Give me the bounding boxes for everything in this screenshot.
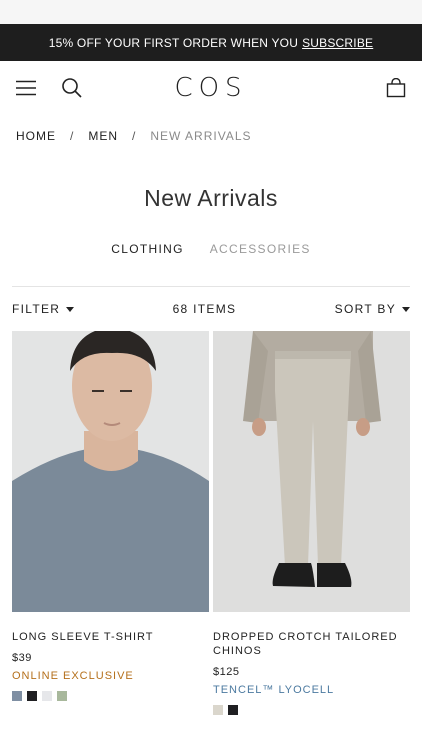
product-price: $39 xyxy=(12,652,32,664)
bag-icon[interactable] xyxy=(384,76,408,100)
product-image[interactable] xyxy=(12,331,209,612)
product-price: $125 xyxy=(213,666,240,678)
filter-button[interactable]: FILTER xyxy=(12,302,75,316)
menu-icon[interactable] xyxy=(14,76,38,100)
caret-down-icon xyxy=(66,306,75,312)
brand-logo[interactable]: COS xyxy=(174,73,247,103)
product-card[interactable]: DROPPED CROTCH TAILORED CHINOS $125 TENC… xyxy=(213,331,410,715)
category-tabs: CLOTHING ACCESSORIES xyxy=(0,242,422,256)
tab-clothing[interactable]: CLOTHING xyxy=(111,242,183,256)
status-bar xyxy=(0,0,422,24)
filter-bar: FILTER 68 ITEMS SORT BY xyxy=(0,287,422,331)
site-header: COS xyxy=(0,61,422,115)
search-icon[interactable] xyxy=(60,76,84,100)
promo-banner: 15% OFF YOUR FIRST ORDER WHEN YOU SUBSCR… xyxy=(0,24,422,61)
caret-down-icon xyxy=(402,306,410,312)
color-swatch[interactable] xyxy=(213,705,223,715)
product-tag: ONLINE EXCLUSIVE xyxy=(12,670,134,682)
product-name[interactable]: LONG SLEEVE T-SHIRT xyxy=(12,630,209,644)
color-swatch[interactable] xyxy=(228,705,238,715)
sort-button[interactable]: SORT BY xyxy=(335,302,410,316)
product-name[interactable]: DROPPED CROTCH TAILORED CHINOS xyxy=(213,630,410,658)
product-tag: TENCEL™ LYOCELL xyxy=(213,684,335,696)
color-swatch[interactable] xyxy=(12,691,22,701)
breadcrumb-separator: / xyxy=(132,129,137,143)
breadcrumb-current: NEW ARRIVALS xyxy=(150,129,252,143)
color-swatch[interactable] xyxy=(57,691,67,701)
product-grid: LONG SLEEVE T-SHIRT $39 ONLINE EXCLUSIVE xyxy=(0,331,422,715)
breadcrumb-men[interactable]: MEN xyxy=(88,129,118,143)
color-swatch[interactable] xyxy=(42,691,52,701)
subscribe-link[interactable]: SUBSCRIBE xyxy=(302,36,373,50)
color-swatches xyxy=(12,691,209,701)
breadcrumb: HOME / MEN / NEW ARRIVALS xyxy=(0,115,422,143)
promo-text: 15% OFF YOUR FIRST ORDER WHEN YOU xyxy=(48,35,299,50)
color-swatch[interactable] xyxy=(27,691,37,701)
page-title: New Arrivals xyxy=(144,185,278,211)
item-count: 68 ITEMS xyxy=(172,302,237,316)
breadcrumb-home[interactable]: HOME xyxy=(16,129,56,143)
sort-label: SORT BY xyxy=(334,302,396,316)
filter-label: FILTER xyxy=(12,302,61,316)
tab-accessories[interactable]: ACCESSORIES xyxy=(210,242,311,256)
color-swatches xyxy=(213,705,410,715)
breadcrumb-separator: / xyxy=(70,129,75,143)
product-card[interactable]: LONG SLEEVE T-SHIRT $39 ONLINE EXCLUSIVE xyxy=(12,331,209,715)
product-image[interactable] xyxy=(213,331,410,612)
